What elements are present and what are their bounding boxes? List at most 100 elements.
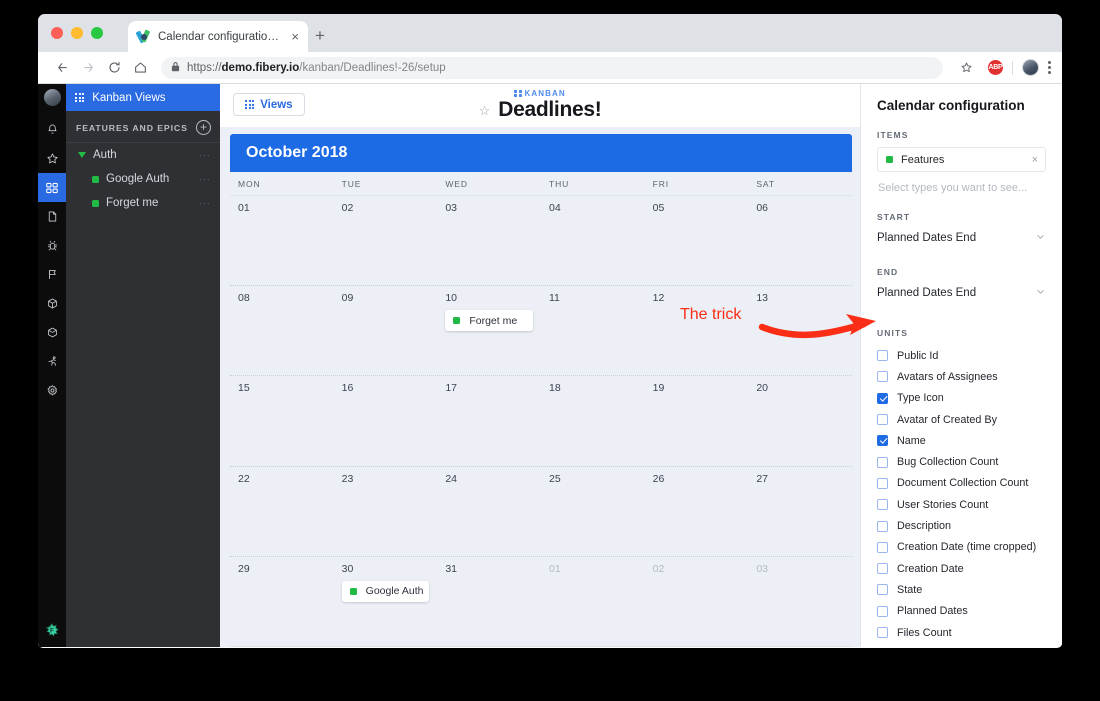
calendar-day-cell[interactable]: 23	[334, 467, 438, 556]
adblock-icon[interactable]: ABP	[988, 60, 1003, 75]
chevron-down-icon[interactable]	[1035, 229, 1046, 247]
reload-icon[interactable]	[101, 55, 127, 81]
checkbox[interactable]	[877, 435, 888, 446]
items-chip-features[interactable]: Features ×	[877, 147, 1046, 172]
calendar-day-cell[interactable]: 09	[334, 286, 438, 375]
close-window-button[interactable]	[51, 27, 63, 39]
checkbox[interactable]	[877, 478, 888, 489]
sidebar-header-kanban-views[interactable]: Kanban Views	[66, 84, 220, 111]
calendar-day-cell[interactable]: 31	[437, 557, 541, 646]
calendar-day-cell[interactable]: 03	[437, 196, 541, 285]
calendar-day-cell[interactable]: 08	[230, 286, 334, 375]
unit-row[interactable]: User Stories Count	[877, 494, 1046, 515]
calendar-day-cell[interactable]: 18	[541, 376, 645, 465]
checkbox[interactable]	[877, 521, 888, 532]
bell-icon[interactable]	[38, 115, 66, 144]
minimize-window-button[interactable]	[71, 27, 83, 39]
forward-icon[interactable]	[75, 55, 101, 81]
calendar-day-cell[interactable]: 01	[541, 557, 645, 646]
calendar-day-cell[interactable]: 03	[748, 557, 852, 646]
cube-icon[interactable]	[38, 318, 66, 347]
checkbox[interactable]	[877, 627, 888, 638]
calendar-day-cell[interactable]: 06	[748, 196, 852, 285]
chevron-down-icon[interactable]	[78, 152, 86, 158]
calendar-day-cell[interactable]: 13	[748, 286, 852, 375]
calendar-day-cell[interactable]: 02	[645, 557, 749, 646]
sidebar-item-google-auth[interactable]: Google Auth ···	[66, 167, 220, 191]
sidebar-item-forget-me[interactable]: Forget me ···	[66, 191, 220, 215]
calendar-day-cell[interactable]: 29	[230, 557, 334, 646]
close-tab-icon[interactable]: ×	[291, 30, 299, 43]
checkbox[interactable]	[877, 499, 888, 510]
unit-row[interactable]: Files Count	[877, 622, 1046, 643]
address-bar[interactable]: https://demo.fibery.io/kanban/Deadlines!…	[161, 57, 943, 79]
checkbox[interactable]	[877, 542, 888, 553]
items-select-input[interactable]: Select types you want to see...	[878, 182, 1046, 194]
new-tab-button[interactable]: +	[315, 27, 325, 44]
unit-row[interactable]: State	[877, 579, 1046, 600]
browser-tab[interactable]: Calendar configuration | Fibery ×	[128, 21, 308, 52]
unit-row[interactable]: Type Icon	[877, 388, 1046, 409]
calendar-day-cell[interactable]: 30 Google Auth	[334, 557, 438, 646]
calendar-event[interactable]: Google Auth	[342, 581, 430, 602]
checkbox[interactable]	[877, 563, 888, 574]
remove-chip-icon[interactable]: ×	[1032, 154, 1038, 166]
calendar-day-cell[interactable]: 26	[645, 467, 749, 556]
calendar-day-cell[interactable]: 02	[334, 196, 438, 285]
maximize-window-button[interactable]	[91, 27, 103, 39]
fibery-logo-icon[interactable]: F	[38, 622, 66, 638]
unit-row[interactable]: Avatars of Assignees	[877, 366, 1046, 387]
add-item-icon[interactable]: +	[196, 120, 211, 135]
bookmark-star-icon[interactable]	[953, 55, 979, 81]
unit-row[interactable]: Planned Dates	[877, 601, 1046, 622]
unit-row[interactable]: Creation Date	[877, 558, 1046, 579]
calendar-day-cell[interactable]: 04	[541, 196, 645, 285]
calendar-day-cell[interactable]: 12	[645, 286, 749, 375]
user-avatar[interactable]	[44, 89, 61, 106]
calendar-day-cell[interactable]: 15	[230, 376, 334, 465]
calendar-day-cell[interactable]: 11	[541, 286, 645, 375]
calendar-day-cell[interactable]: 16	[334, 376, 438, 465]
calendar-day-cell[interactable]: 17	[437, 376, 541, 465]
end-field-select[interactable]: Planned Dates End	[877, 284, 1046, 302]
document-icon[interactable]	[38, 202, 66, 231]
calendar-day-cell[interactable]: 20	[748, 376, 852, 465]
more-options-icon[interactable]: ···	[199, 174, 211, 184]
unit-row[interactable]: Bug Collection Count	[877, 451, 1046, 472]
sidebar-item-auth[interactable]: Auth ···	[66, 143, 220, 167]
checkbox[interactable]	[877, 414, 888, 425]
checkbox[interactable]	[877, 457, 888, 468]
calendar-day-cell[interactable]: 22	[230, 467, 334, 556]
calendar-day-cell[interactable]: 25	[541, 467, 645, 556]
checkbox[interactable]	[877, 371, 888, 382]
favorite-star-icon[interactable]: ☆	[479, 104, 491, 117]
calendar-day-cell[interactable]: 10 Forget me	[437, 286, 541, 375]
box-icon[interactable]	[38, 289, 66, 318]
calendar-event[interactable]: Forget me	[445, 310, 533, 331]
gear-icon[interactable]	[38, 376, 66, 405]
unit-row[interactable]: Creation Date (time cropped)	[877, 537, 1046, 558]
back-icon[interactable]	[49, 55, 75, 81]
unit-row[interactable]: Avatar of Created By	[877, 409, 1046, 430]
bug-icon[interactable]	[38, 231, 66, 260]
runner-icon[interactable]	[38, 347, 66, 376]
browser-menu-icon[interactable]	[1048, 61, 1051, 74]
more-options-icon[interactable]: ···	[199, 150, 211, 160]
calendar-day-cell[interactable]: 24	[437, 467, 541, 556]
calendar-day-cell[interactable]: 27	[748, 467, 852, 556]
unit-row[interactable]: Name	[877, 430, 1046, 451]
star-icon[interactable]	[38, 144, 66, 173]
start-field-select[interactable]: Planned Dates End	[877, 229, 1046, 247]
unit-row[interactable]: Description	[877, 515, 1046, 536]
flag-icon[interactable]	[38, 260, 66, 289]
profile-avatar-icon[interactable]	[1022, 59, 1039, 76]
unit-row[interactable]: Public Id	[877, 345, 1046, 366]
chevron-down-icon[interactable]	[1035, 284, 1046, 302]
home-icon[interactable]	[127, 55, 153, 81]
checkbox[interactable]	[877, 393, 888, 404]
unit-row[interactable]: Document Collection Count	[877, 473, 1046, 494]
calendar-day-cell[interactable]: 05	[645, 196, 749, 285]
checkbox[interactable]	[877, 584, 888, 595]
more-options-icon[interactable]: ···	[199, 198, 211, 208]
checkbox[interactable]	[877, 606, 888, 617]
